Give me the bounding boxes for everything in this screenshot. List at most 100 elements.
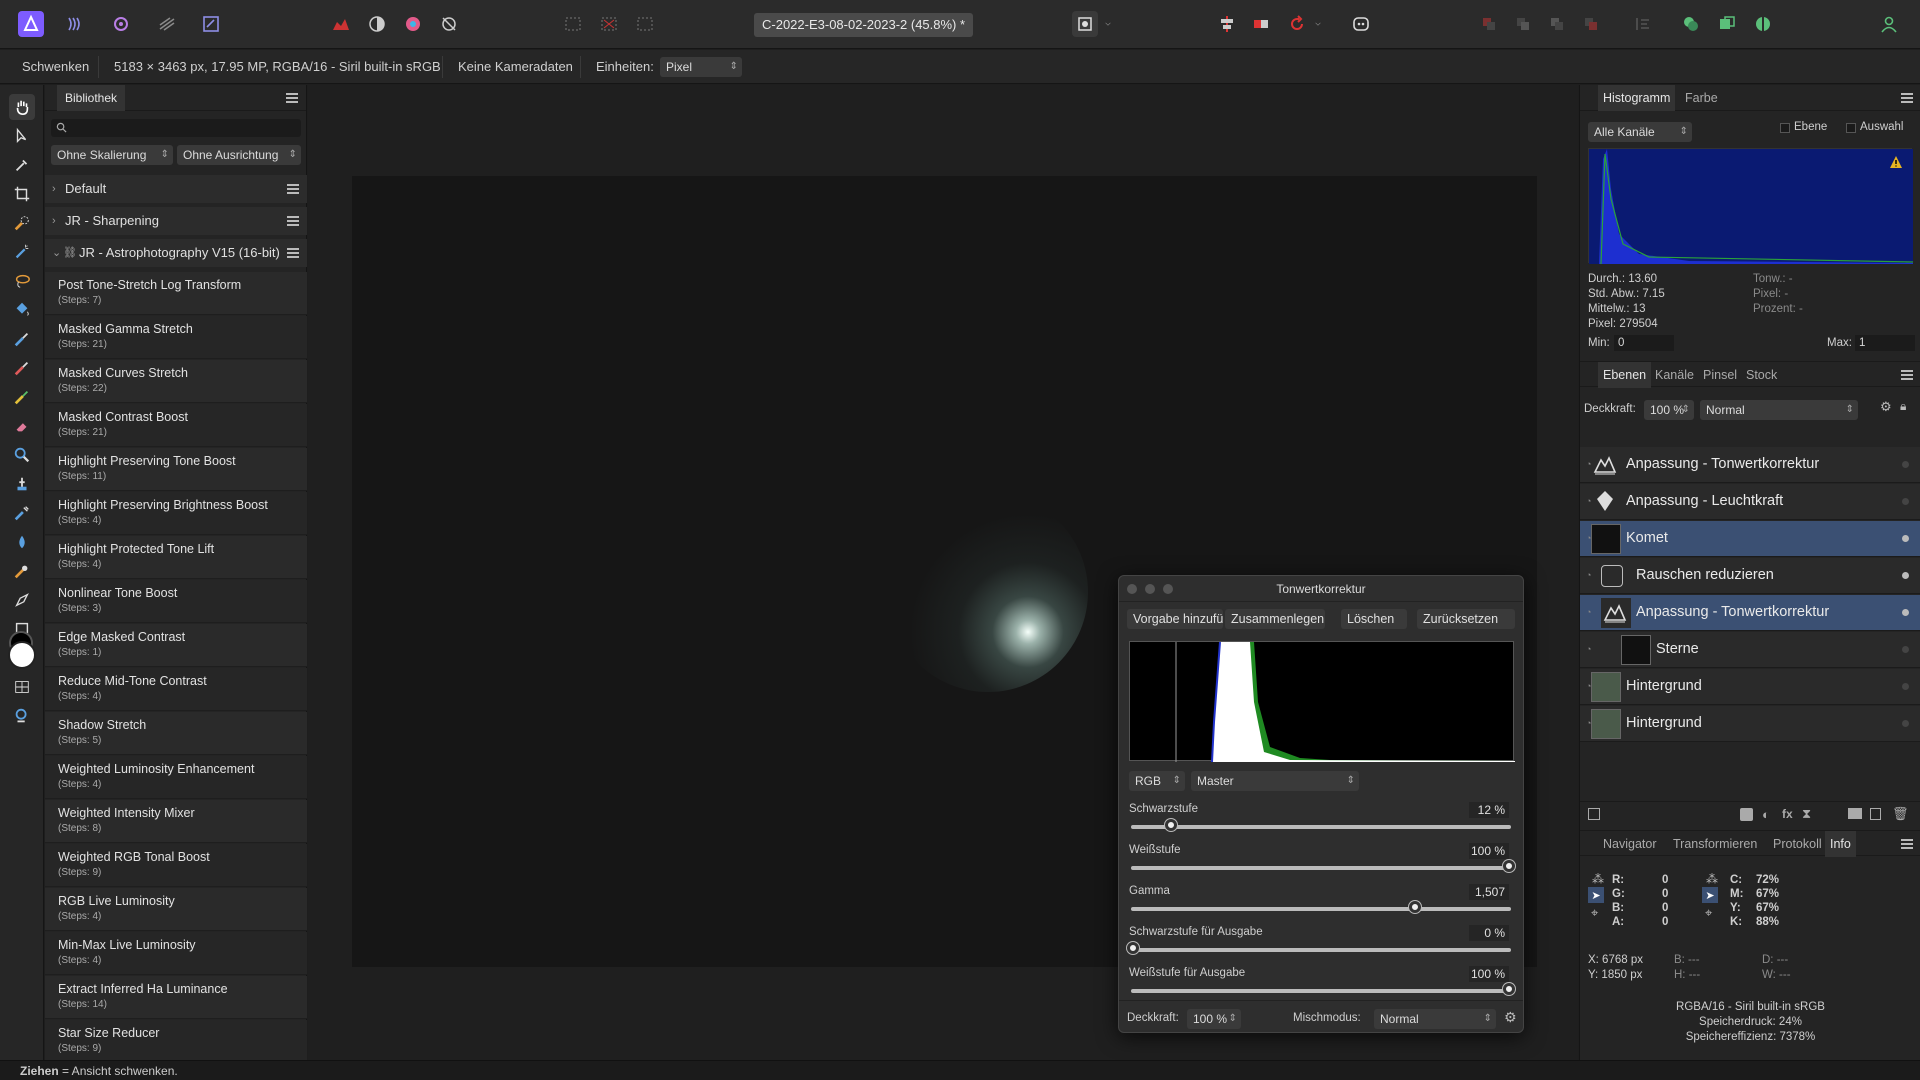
slider-value-field[interactable]: 100 % [1469, 843, 1509, 859]
arrange-back-icon[interactable] [1476, 11, 1502, 37]
live-filter-icon[interactable]: ⧗ [1802, 806, 1811, 822]
tone-mapping-persona-icon[interactable] [154, 11, 180, 37]
deselect-icon[interactable] [596, 11, 622, 37]
trash-icon[interactable]: 🗑︎ [1892, 806, 1909, 822]
macro-item[interactable]: Highlight Protected Tone Lift (Steps: 4) [45, 536, 307, 579]
visibility-toggle[interactable] [1902, 720, 1909, 727]
slider-track[interactable] [1131, 825, 1511, 829]
macro-item[interactable]: Masked Contrast Boost (Steps: 21) [45, 404, 307, 447]
macro-item[interactable]: Weighted Intensity Mixer (Steps: 8) [45, 800, 307, 843]
layer-expand-icon[interactable]: ◔ [1586, 607, 1591, 617]
close-icon[interactable] [1127, 584, 1137, 594]
group-menu-icon[interactable] [287, 216, 299, 226]
macro-item[interactable]: Min-Max Live Luminosity (Steps: 4) [45, 932, 307, 975]
tab-library[interactable]: Bibliothek [57, 85, 126, 111]
alignment-select[interactable]: Ohne Ausrichtung [177, 145, 301, 165]
histogram-channels-select[interactable]: Alle Kanäle [1588, 122, 1692, 142]
visibility-toggle[interactable] [1902, 461, 1909, 468]
levels-icon[interactable] [328, 11, 354, 37]
split-view-icon[interactable] [1714, 11, 1740, 37]
slider-value-field[interactable]: 0 % [1469, 925, 1509, 941]
slider-handle[interactable] [1503, 860, 1515, 872]
blur-brush-tool-icon[interactable] [9, 529, 35, 555]
units-select[interactable]: Pixel [660, 57, 742, 77]
add-preset-button[interactable]: Vorgabe hinzufügen [1127, 609, 1223, 629]
tab-layers[interactable]: Ebenen [1598, 362, 1652, 388]
tab-stock[interactable]: Stock [1741, 362, 1782, 388]
gear-icon[interactable]: ⚙ [1504, 1009, 1517, 1026]
align-icon[interactable] [1214, 11, 1240, 37]
paint-brush-tool-icon[interactable] [9, 326, 35, 352]
clone-tool-icon[interactable] [9, 471, 35, 497]
slider-handle[interactable] [1127, 942, 1139, 954]
macro-item[interactable]: Star Size Reducer (Steps: 9) [45, 1020, 307, 1063]
macro-item[interactable]: Extract Inferred Ha Luminance (Steps: 14) [45, 976, 307, 1019]
snapping-icon[interactable] [1678, 11, 1704, 37]
lasso-tool-icon[interactable] [9, 268, 35, 294]
liquify-persona-icon[interactable] [62, 11, 88, 37]
tab-histogram[interactable]: Histogramm [1598, 85, 1676, 111]
zoom-icon[interactable] [1163, 584, 1173, 594]
fx-icon[interactable]: fx [1782, 807, 1793, 821]
marquee-select-icon[interactable] [560, 11, 586, 37]
crosshair-icon[interactable]: ⌖ [1591, 905, 1598, 921]
reset-button[interactable]: Zurücksetzen [1417, 609, 1515, 629]
layer-blend-select[interactable]: Normal [1700, 400, 1858, 420]
minimize-icon[interactable] [1145, 584, 1155, 594]
tab-brushes[interactable]: Pinsel [1698, 362, 1742, 388]
delete-button[interactable]: Löschen [1341, 609, 1407, 629]
slider-value-field[interactable]: 12 % [1469, 802, 1509, 818]
max-input[interactable]: 1 [1855, 335, 1915, 351]
eraser-tool-icon[interactable] [9, 413, 35, 439]
group-menu-icon[interactable] [287, 248, 299, 258]
navigator-zoom-icon[interactable] [9, 703, 35, 729]
color-sampler-icon[interactable]: ⁂ [1706, 872, 1718, 886]
visibility-toggle[interactable] [1902, 609, 1909, 616]
layer-row[interactable]: ◔ Komet [1580, 521, 1920, 557]
slider-track[interactable] [1131, 989, 1511, 993]
library-group-astrophotography[interactable]: ⌄ ⛓ JR - Astrophotography V15 (16-bit) [45, 239, 307, 267]
pixel-brush-tool-icon[interactable] [9, 355, 35, 381]
tab-channels[interactable]: Kanäle [1650, 362, 1699, 388]
view-hand-tool-icon[interactable] [9, 94, 35, 120]
crosshair-icon[interactable]: ⌖ [1705, 905, 1712, 921]
macro-item[interactable]: Post Tone-Stretch Log Transform (Steps: 7… [45, 272, 307, 315]
library-search-input[interactable] [51, 119, 301, 137]
auto-colors-icon[interactable] [400, 11, 426, 37]
visibility-toggle[interactable] [1902, 498, 1909, 505]
macro-item[interactable]: RGB Live Luminosity (Steps: 4) [45, 888, 307, 931]
layer-copy-icon[interactable] [1588, 808, 1600, 820]
layer-row[interactable]: ◔ Sterne [1580, 632, 1920, 668]
assistant-icon[interactable] [1348, 11, 1374, 37]
channel-select[interactable]: RGB [1129, 771, 1185, 791]
visibility-toggle[interactable] [1902, 535, 1909, 542]
merge-button[interactable]: Zusammenlegen [1225, 609, 1325, 629]
tab-history[interactable]: Protokoll [1768, 831, 1827, 857]
auto-white-balance-icon[interactable] [436, 11, 462, 37]
auto-contrast-icon[interactable] [364, 11, 390, 37]
visibility-toggle[interactable] [1902, 572, 1909, 579]
document-title-tab[interactable]: C-2022-E3-08-02-2023-2 (45.8%) * [754, 13, 974, 37]
new-layer-icon[interactable] [1870, 808, 1881, 820]
slider-handle[interactable] [1503, 983, 1515, 995]
layer-expand-icon[interactable]: ◔ [1586, 644, 1591, 654]
rotate-icon[interactable] [1284, 11, 1310, 37]
macro-item[interactable]: Highlight Preserving Tone Boost (Steps: 1… [45, 448, 307, 491]
slider-value-field[interactable]: 100 % [1469, 966, 1509, 982]
color-sampler-icon[interactable]: ⁂ [1592, 872, 1604, 886]
macro-item[interactable]: Weighted RGB Tonal Boost (Steps: 9) [45, 844, 307, 887]
mirror-view-icon[interactable] [1750, 11, 1776, 37]
invert-selection-icon[interactable] [632, 11, 658, 37]
min-input[interactable]: 0 [1614, 335, 1674, 351]
export-persona-icon[interactable] [198, 11, 224, 37]
healing-brush-tool-icon[interactable] [9, 500, 35, 526]
levels-titlebar[interactable]: Tonwertkorrektur [1119, 576, 1523, 602]
library-group-sharpening[interactable]: › JR - Sharpening [45, 207, 307, 235]
slider-handle[interactable] [1409, 901, 1421, 913]
scaling-select[interactable]: Ohne Skalierung [51, 145, 173, 165]
selection-brush-tool-icon[interactable] [9, 210, 35, 236]
pointer-icon[interactable]: ➤ [1588, 887, 1604, 903]
macro-item[interactable]: Masked Curves Stretch (Steps: 22) [45, 360, 307, 403]
layer-expand-icon[interactable]: ◔ [1586, 570, 1591, 580]
tab-color[interactable]: Farbe [1680, 85, 1723, 111]
